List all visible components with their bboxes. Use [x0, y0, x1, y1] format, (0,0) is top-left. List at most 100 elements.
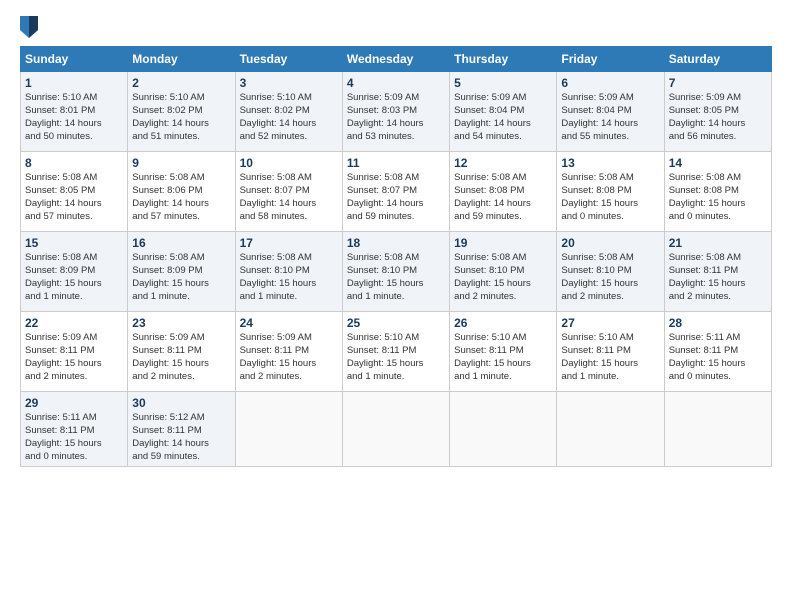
day-info: Sunrise: 5:09 AM Sunset: 8:11 PM Dayligh…: [25, 332, 123, 383]
logo-icon: [20, 16, 38, 38]
page: SundayMondayTuesdayWednesdayThursdayFrid…: [0, 0, 792, 612]
day-info: Sunrise: 5:08 AM Sunset: 8:10 PM Dayligh…: [347, 252, 445, 303]
day-number: 3: [240, 75, 338, 91]
day-info: Sunrise: 5:08 AM Sunset: 8:08 PM Dayligh…: [669, 172, 767, 223]
calendar-day-cell: [450, 392, 557, 467]
calendar-day-cell: 1Sunrise: 5:10 AM Sunset: 8:01 PM Daylig…: [21, 72, 128, 152]
calendar-day-cell: [664, 392, 771, 467]
calendar-body: 1Sunrise: 5:10 AM Sunset: 8:01 PM Daylig…: [21, 72, 772, 467]
day-number: 19: [454, 235, 552, 251]
day-info: Sunrise: 5:08 AM Sunset: 8:07 PM Dayligh…: [347, 172, 445, 223]
weekday-header-sunday: Sunday: [21, 47, 128, 72]
day-info: Sunrise: 5:10 AM Sunset: 8:11 PM Dayligh…: [454, 332, 552, 383]
calendar-day-cell: [342, 392, 449, 467]
calendar-day-cell: [557, 392, 664, 467]
day-info: Sunrise: 5:09 AM Sunset: 8:11 PM Dayligh…: [240, 332, 338, 383]
day-info: Sunrise: 5:08 AM Sunset: 8:05 PM Dayligh…: [25, 172, 123, 223]
day-info: Sunrise: 5:10 AM Sunset: 8:02 PM Dayligh…: [132, 92, 230, 143]
day-number: 16: [132, 235, 230, 251]
day-info: Sunrise: 5:11 AM Sunset: 8:11 PM Dayligh…: [25, 412, 123, 463]
calendar-day-cell: 29Sunrise: 5:11 AM Sunset: 8:11 PM Dayli…: [21, 392, 128, 467]
calendar-day-cell: [235, 392, 342, 467]
day-info: Sunrise: 5:08 AM Sunset: 8:08 PM Dayligh…: [561, 172, 659, 223]
day-number: 21: [669, 235, 767, 251]
logo: [20, 16, 42, 38]
day-info: Sunrise: 5:10 AM Sunset: 8:01 PM Dayligh…: [25, 92, 123, 143]
day-number: 24: [240, 315, 338, 331]
calendar-day-cell: 13Sunrise: 5:08 AM Sunset: 8:08 PM Dayli…: [557, 152, 664, 232]
day-number: 7: [669, 75, 767, 91]
day-number: 18: [347, 235, 445, 251]
calendar-day-cell: 18Sunrise: 5:08 AM Sunset: 8:10 PM Dayli…: [342, 232, 449, 312]
day-info: Sunrise: 5:10 AM Sunset: 8:02 PM Dayligh…: [240, 92, 338, 143]
calendar-day-cell: 6Sunrise: 5:09 AM Sunset: 8:04 PM Daylig…: [557, 72, 664, 152]
calendar-day-cell: 15Sunrise: 5:08 AM Sunset: 8:09 PM Dayli…: [21, 232, 128, 312]
calendar-day-cell: 12Sunrise: 5:08 AM Sunset: 8:08 PM Dayli…: [450, 152, 557, 232]
calendar-day-cell: 5Sunrise: 5:09 AM Sunset: 8:04 PM Daylig…: [450, 72, 557, 152]
day-info: Sunrise: 5:09 AM Sunset: 8:03 PM Dayligh…: [347, 92, 445, 143]
day-info: Sunrise: 5:08 AM Sunset: 8:10 PM Dayligh…: [561, 252, 659, 303]
day-number: 6: [561, 75, 659, 91]
day-number: 29: [25, 395, 123, 411]
day-number: 20: [561, 235, 659, 251]
day-info: Sunrise: 5:08 AM Sunset: 8:09 PM Dayligh…: [132, 252, 230, 303]
calendar-week-row: 22Sunrise: 5:09 AM Sunset: 8:11 PM Dayli…: [21, 312, 772, 392]
day-number: 23: [132, 315, 230, 331]
day-info: Sunrise: 5:08 AM Sunset: 8:10 PM Dayligh…: [454, 252, 552, 303]
calendar-day-cell: 9Sunrise: 5:08 AM Sunset: 8:06 PM Daylig…: [128, 152, 235, 232]
weekday-header-tuesday: Tuesday: [235, 47, 342, 72]
calendar-week-row: 8Sunrise: 5:08 AM Sunset: 8:05 PM Daylig…: [21, 152, 772, 232]
day-number: 28: [669, 315, 767, 331]
day-info: Sunrise: 5:08 AM Sunset: 8:07 PM Dayligh…: [240, 172, 338, 223]
day-info: Sunrise: 5:08 AM Sunset: 8:10 PM Dayligh…: [240, 252, 338, 303]
day-info: Sunrise: 5:09 AM Sunset: 8:04 PM Dayligh…: [561, 92, 659, 143]
day-number: 17: [240, 235, 338, 251]
day-info: Sunrise: 5:08 AM Sunset: 8:08 PM Dayligh…: [454, 172, 552, 223]
day-info: Sunrise: 5:08 AM Sunset: 8:09 PM Dayligh…: [25, 252, 123, 303]
day-number: 25: [347, 315, 445, 331]
day-number: 14: [669, 155, 767, 171]
weekday-header-row: SundayMondayTuesdayWednesdayThursdayFrid…: [21, 47, 772, 72]
calendar-day-cell: 26Sunrise: 5:10 AM Sunset: 8:11 PM Dayli…: [450, 312, 557, 392]
calendar-day-cell: 11Sunrise: 5:08 AM Sunset: 8:07 PM Dayli…: [342, 152, 449, 232]
weekday-header-wednesday: Wednesday: [342, 47, 449, 72]
calendar-week-row: 1Sunrise: 5:10 AM Sunset: 8:01 PM Daylig…: [21, 72, 772, 152]
day-number: 26: [454, 315, 552, 331]
day-number: 8: [25, 155, 123, 171]
calendar-day-cell: 20Sunrise: 5:08 AM Sunset: 8:10 PM Dayli…: [557, 232, 664, 312]
calendar-day-cell: 24Sunrise: 5:09 AM Sunset: 8:11 PM Dayli…: [235, 312, 342, 392]
day-number: 4: [347, 75, 445, 91]
day-number: 10: [240, 155, 338, 171]
header: [20, 16, 772, 38]
calendar-week-row: 15Sunrise: 5:08 AM Sunset: 8:09 PM Dayli…: [21, 232, 772, 312]
day-number: 27: [561, 315, 659, 331]
day-number: 13: [561, 155, 659, 171]
calendar-day-cell: 16Sunrise: 5:08 AM Sunset: 8:09 PM Dayli…: [128, 232, 235, 312]
day-info: Sunrise: 5:09 AM Sunset: 8:11 PM Dayligh…: [132, 332, 230, 383]
calendar-table: SundayMondayTuesdayWednesdayThursdayFrid…: [20, 46, 772, 467]
day-info: Sunrise: 5:12 AM Sunset: 8:11 PM Dayligh…: [132, 412, 230, 463]
day-number: 22: [25, 315, 123, 331]
weekday-header-monday: Monday: [128, 47, 235, 72]
calendar-day-cell: 21Sunrise: 5:08 AM Sunset: 8:11 PM Dayli…: [664, 232, 771, 312]
day-number: 11: [347, 155, 445, 171]
day-info: Sunrise: 5:08 AM Sunset: 8:06 PM Dayligh…: [132, 172, 230, 223]
weekday-header-saturday: Saturday: [664, 47, 771, 72]
day-info: Sunrise: 5:08 AM Sunset: 8:11 PM Dayligh…: [669, 252, 767, 303]
day-number: 15: [25, 235, 123, 251]
calendar-day-cell: 2Sunrise: 5:10 AM Sunset: 8:02 PM Daylig…: [128, 72, 235, 152]
calendar-day-cell: 19Sunrise: 5:08 AM Sunset: 8:10 PM Dayli…: [450, 232, 557, 312]
calendar-day-cell: 4Sunrise: 5:09 AM Sunset: 8:03 PM Daylig…: [342, 72, 449, 152]
calendar-day-cell: 7Sunrise: 5:09 AM Sunset: 8:05 PM Daylig…: [664, 72, 771, 152]
weekday-header-thursday: Thursday: [450, 47, 557, 72]
calendar-day-cell: 22Sunrise: 5:09 AM Sunset: 8:11 PM Dayli…: [21, 312, 128, 392]
day-info: Sunrise: 5:11 AM Sunset: 8:11 PM Dayligh…: [669, 332, 767, 383]
calendar-day-cell: 25Sunrise: 5:10 AM Sunset: 8:11 PM Dayli…: [342, 312, 449, 392]
weekday-header-friday: Friday: [557, 47, 664, 72]
day-number: 12: [454, 155, 552, 171]
calendar-day-cell: 23Sunrise: 5:09 AM Sunset: 8:11 PM Dayli…: [128, 312, 235, 392]
calendar-header: SundayMondayTuesdayWednesdayThursdayFrid…: [21, 47, 772, 72]
day-info: Sunrise: 5:10 AM Sunset: 8:11 PM Dayligh…: [347, 332, 445, 383]
calendar-day-cell: 27Sunrise: 5:10 AM Sunset: 8:11 PM Dayli…: [557, 312, 664, 392]
day-number: 2: [132, 75, 230, 91]
